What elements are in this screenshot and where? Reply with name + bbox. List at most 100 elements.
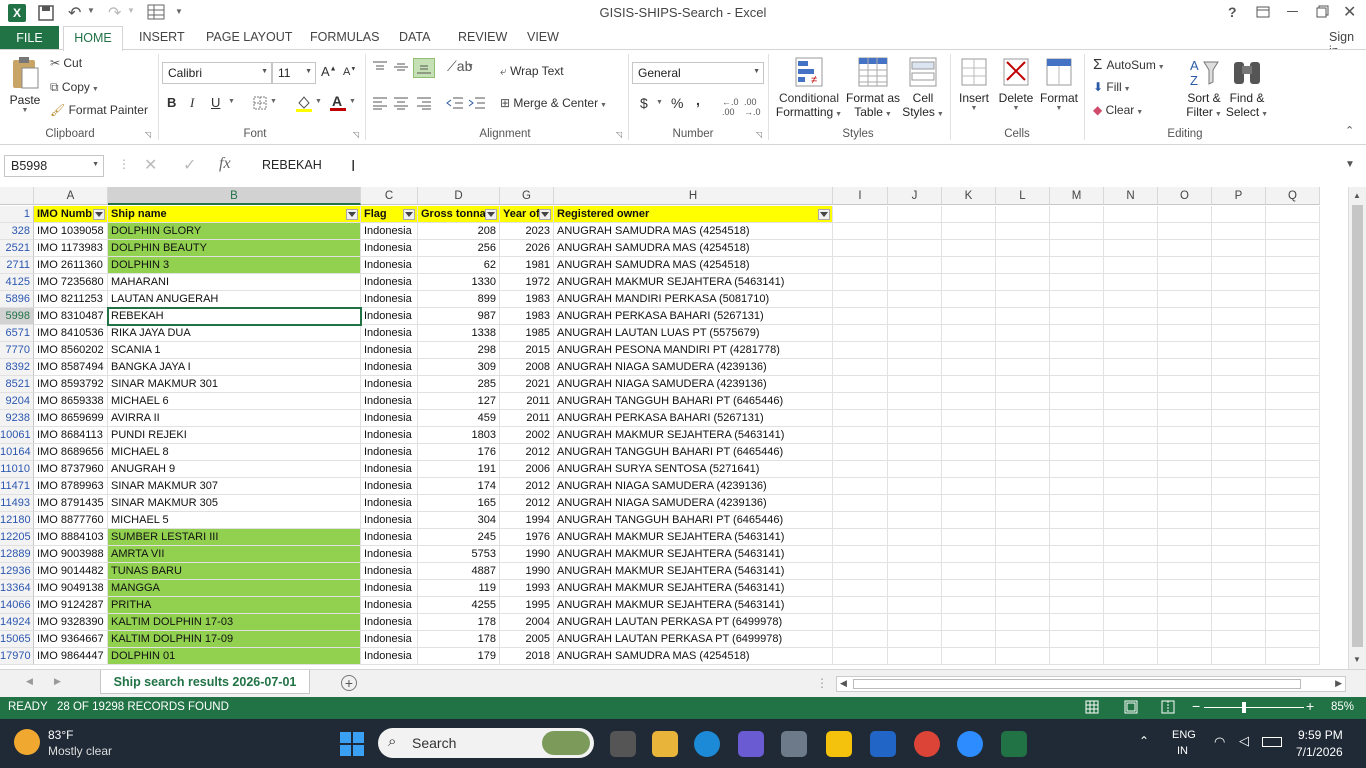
table-cell-ship[interactable]: DOLPHIN 01 [108, 648, 361, 665]
row-header[interactable]: 12936 [0, 563, 34, 580]
column-header-l[interactable]: L [996, 187, 1050, 205]
empty-cell[interactable] [1104, 631, 1158, 648]
empty-cell[interactable] [1050, 393, 1104, 410]
empty-cell[interactable] [1212, 206, 1266, 223]
table-cell-year[interactable]: 2004 [500, 614, 554, 631]
empty-cell[interactable] [1158, 308, 1212, 325]
empty-cell[interactable] [942, 206, 996, 223]
show-hidden-icons-icon[interactable]: ⌃ [1139, 734, 1149, 748]
empty-cell[interactable] [996, 359, 1050, 376]
empty-cell[interactable] [1212, 308, 1266, 325]
empty-cell[interactable] [1158, 614, 1212, 631]
empty-cell[interactable] [1266, 461, 1320, 478]
table-cell-owner[interactable]: ANUGRAH MAKMUR SEJAHTERA (5463141) [554, 563, 833, 580]
tab-insert[interactable]: INSERT [139, 30, 185, 44]
table-cell-owner[interactable]: ANUGRAH SAMUDRA MAS (4254518) [554, 223, 833, 240]
clock-date[interactable]: 7/1/2026 [1296, 745, 1343, 759]
row-header[interactable]: 12205 [0, 529, 34, 546]
empty-cell[interactable] [888, 597, 942, 614]
empty-cell[interactable] [1212, 597, 1266, 614]
table-cell-flag[interactable]: Indonesia [361, 529, 418, 546]
sheet-tab-active[interactable]: Ship search results 2026-07-01 [100, 670, 310, 694]
header-cell[interactable]: Registered owner [554, 206, 833, 223]
empty-cell[interactable] [942, 410, 996, 427]
empty-cell[interactable] [833, 648, 888, 665]
table-cell-gt[interactable]: 165 [418, 495, 500, 512]
empty-cell[interactable] [1050, 631, 1104, 648]
empty-cell[interactable] [833, 325, 888, 342]
table-cell-flag[interactable]: Indonesia [361, 393, 418, 410]
empty-cell[interactable] [1266, 546, 1320, 563]
empty-cell[interactable] [833, 206, 888, 223]
scroll-down-icon[interactable]: ▼ [1353, 655, 1361, 664]
empty-cell[interactable] [942, 427, 996, 444]
table-cell-ship[interactable]: AVIRRA II [108, 410, 361, 427]
empty-cell[interactable] [996, 495, 1050, 512]
table-cell-flag[interactable]: Indonesia [361, 376, 418, 393]
empty-cell[interactable] [1104, 359, 1158, 376]
row-header[interactable]: 5896 [0, 291, 34, 308]
zoom-level[interactable]: 85% [1331, 701, 1354, 713]
empty-cell[interactable] [1104, 274, 1158, 291]
column-header-g[interactable]: G [500, 187, 554, 205]
empty-cell[interactable] [833, 580, 888, 597]
table-cell-imo[interactable]: IMO 8791435 [34, 495, 108, 512]
table-cell-flag[interactable]: Indonesia [361, 546, 418, 563]
tab-file[interactable]: FILE [0, 26, 59, 50]
empty-cell[interactable] [1104, 563, 1158, 580]
empty-cell[interactable] [888, 631, 942, 648]
row-header[interactable]: 1 [0, 206, 34, 223]
table-cell-owner[interactable]: ANUGRAH SAMUDRA MAS (4254518) [554, 240, 833, 257]
empty-cell[interactable] [942, 631, 996, 648]
table-cell-year[interactable]: 2005 [500, 631, 554, 648]
empty-cell[interactable] [942, 376, 996, 393]
empty-cell[interactable] [996, 393, 1050, 410]
bold-button[interactable]: B [167, 95, 176, 110]
table-cell-gt[interactable]: 191 [418, 461, 500, 478]
edge-browser-icon[interactable] [694, 731, 720, 757]
battery-icon[interactable] [1262, 737, 1282, 747]
row-header[interactable]: 9238 [0, 410, 34, 427]
empty-cell[interactable] [942, 461, 996, 478]
format-cells-button[interactable]: Format ▼ [1038, 56, 1080, 112]
table-cell-ship[interactable]: KALTIM DOLPHIN 17-03 [108, 614, 361, 631]
empty-cell[interactable] [1266, 291, 1320, 308]
bottom-align-icon[interactable] [413, 58, 435, 78]
row-header[interactable]: 10164 [0, 444, 34, 461]
empty-cell[interactable] [1212, 478, 1266, 495]
task-view-icon[interactable] [610, 731, 636, 757]
table-cell-gt[interactable]: 285 [418, 376, 500, 393]
empty-cell[interactable] [833, 495, 888, 512]
empty-cell[interactable] [888, 257, 942, 274]
table-cell-owner[interactable]: ANUGRAH LAUTAN LUAS PT (5575679) [554, 325, 833, 342]
empty-cell[interactable] [1104, 529, 1158, 546]
empty-cell[interactable] [1158, 529, 1212, 546]
row-header[interactable]: 10061 [0, 427, 34, 444]
percent-button[interactable]: % [671, 95, 683, 111]
empty-cell[interactable] [1158, 359, 1212, 376]
table-cell-gt[interactable]: 179 [418, 648, 500, 665]
table-cell-imo[interactable]: IMO 8310487 [34, 308, 108, 325]
empty-cell[interactable] [942, 359, 996, 376]
next-sheet-icon[interactable]: ▶ [54, 676, 61, 687]
table-cell-ship[interactable]: MAHARANI [108, 274, 361, 291]
table-cell-gt[interactable]: 309 [418, 359, 500, 376]
paste-button[interactable]: Paste ▼ [6, 56, 44, 122]
column-header-n[interactable]: N [1104, 187, 1158, 205]
empty-cell[interactable] [1104, 495, 1158, 512]
table-cell-gt[interactable]: 1330 [418, 274, 500, 291]
table-cell-flag[interactable]: Indonesia [361, 580, 418, 597]
empty-cell[interactable] [1050, 529, 1104, 546]
empty-cell[interactable] [1104, 240, 1158, 257]
tab-formulas[interactable]: FORMULAS [310, 30, 379, 44]
empty-cell[interactable] [1266, 393, 1320, 410]
empty-cell[interactable] [1104, 444, 1158, 461]
fill-button[interactable]: ⬇ Fill ▼ [1093, 80, 1131, 94]
empty-cell[interactable] [996, 342, 1050, 359]
borders-dropdown-icon[interactable]: ▼ [270, 98, 277, 105]
empty-cell[interactable] [942, 223, 996, 240]
column-header-k[interactable]: K [942, 187, 996, 205]
empty-cell[interactable] [1050, 478, 1104, 495]
table-cell-ship[interactable]: SUMBER LESTARI III [108, 529, 361, 546]
table-cell-year[interactable]: 1990 [500, 546, 554, 563]
